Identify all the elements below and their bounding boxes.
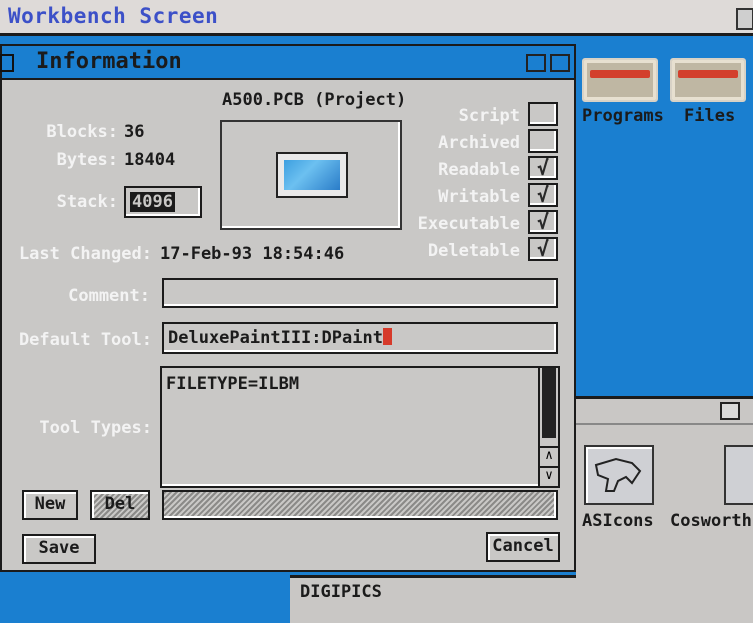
window-title: Information	[36, 49, 182, 74]
picture-icon	[284, 160, 340, 190]
drawer-icon-files[interactable]: Files	[670, 58, 746, 126]
cancel-button[interactable]: Cancel	[486, 532, 560, 562]
readable-label: Readable	[438, 160, 520, 180]
last-changed-label: Last Changed:	[18, 244, 152, 264]
project-name: A500.PCB (Project)	[222, 90, 407, 110]
window-title-bar[interactable]	[576, 399, 753, 425]
screen-title-bar[interactable]: Workbench Screen	[0, 0, 753, 36]
tool-types-scrollbar[interactable]: ∧ ∨	[538, 368, 558, 486]
drawer-icon	[582, 58, 658, 102]
script-checkbox[interactable]	[528, 102, 558, 126]
project-icon[interactable]	[276, 152, 348, 198]
bytes-label: Bytes:	[56, 150, 118, 170]
blocks-value: 36	[124, 122, 145, 142]
window-title: DIGIPICS	[300, 582, 382, 602]
drawer-handle-icon	[678, 70, 738, 78]
scroll-down-icon[interactable]: ∨	[540, 466, 558, 484]
scroll-up-icon[interactable]: ∧	[540, 446, 558, 464]
writable-checkbox[interactable]: √	[528, 183, 558, 207]
drawer-window-3[interactable]: DIGIPICS	[290, 575, 576, 623]
drawer-icon-programs[interactable]: Programs	[582, 58, 664, 126]
last-changed-value: 17-Feb-93 18:54:46	[160, 244, 345, 264]
new-button[interactable]: New	[22, 490, 78, 520]
screen-depth-gadget[interactable]	[736, 8, 753, 30]
tool-icon	[594, 457, 642, 492]
tool-types-list[interactable]: FILETYPE=ILBM	[160, 366, 560, 488]
stack-input[interactable]: 4096	[130, 192, 175, 212]
comment-label: Comment:	[68, 286, 150, 306]
save-button[interactable]: Save	[22, 534, 96, 564]
zoom-gadget-icon[interactable]	[720, 402, 740, 420]
text-cursor	[382, 328, 392, 345]
tool-types-label: Tool Types:	[39, 418, 152, 438]
scroll-knob[interactable]	[542, 368, 556, 438]
icon-label: Files	[684, 106, 736, 126]
icon-label: Programs	[582, 106, 664, 126]
writable-label: Writable	[438, 187, 520, 207]
depth-gadget-icon[interactable]	[550, 54, 570, 72]
close-gadget-icon[interactable]	[0, 54, 14, 72]
executable-label: Executable	[417, 214, 520, 234]
icon-preview[interactable]	[220, 120, 402, 230]
drawer-handle-icon	[590, 70, 650, 78]
stack-label: Stack:	[56, 192, 118, 212]
screen-title: Workbench Screen	[8, 4, 219, 28]
blocks-label: Blocks:	[46, 122, 118, 142]
script-label: Script	[458, 106, 520, 126]
icon-label: ASIcons	[582, 511, 654, 531]
asicons-drawer-icon[interactable]	[584, 445, 654, 505]
stack-field[interactable]: 4096	[124, 186, 202, 218]
default-tool-field[interactable]: DeluxePaintIII:DPaint	[162, 322, 558, 354]
default-tool-label: Default Tool:	[18, 330, 152, 350]
window-title-bar[interactable]: Information	[0, 46, 574, 80]
readable-checkbox[interactable]: √	[528, 156, 558, 180]
cosworth-icon[interactable]	[724, 445, 753, 505]
icon-label: Cosworth	[670, 511, 752, 531]
drawer-icon	[670, 58, 746, 102]
executable-checkbox[interactable]: √	[528, 210, 558, 234]
zoom-gadget-icon[interactable]	[526, 54, 546, 72]
comment-field[interactable]	[162, 278, 558, 308]
archived-checkbox[interactable]	[528, 129, 558, 153]
drawer-window: Programs Files	[576, 36, 753, 396]
bytes-value: 18404	[124, 150, 176, 170]
information-window: Information A500.PCB (Project) Blocks: 3…	[0, 44, 576, 572]
tool-type-edit-field[interactable]	[162, 490, 558, 520]
deletable-checkbox[interactable]: √	[528, 237, 558, 261]
del-button[interactable]: Del	[90, 490, 150, 520]
archived-label: Archived	[438, 133, 520, 153]
default-tool-input[interactable]: DeluxePaintIII:DPaint	[168, 328, 383, 348]
list-item[interactable]: FILETYPE=ILBM	[166, 374, 558, 394]
drawer-window-2: ASIcons Cosworth	[576, 396, 753, 623]
deletable-label: Deletable	[427, 241, 520, 261]
